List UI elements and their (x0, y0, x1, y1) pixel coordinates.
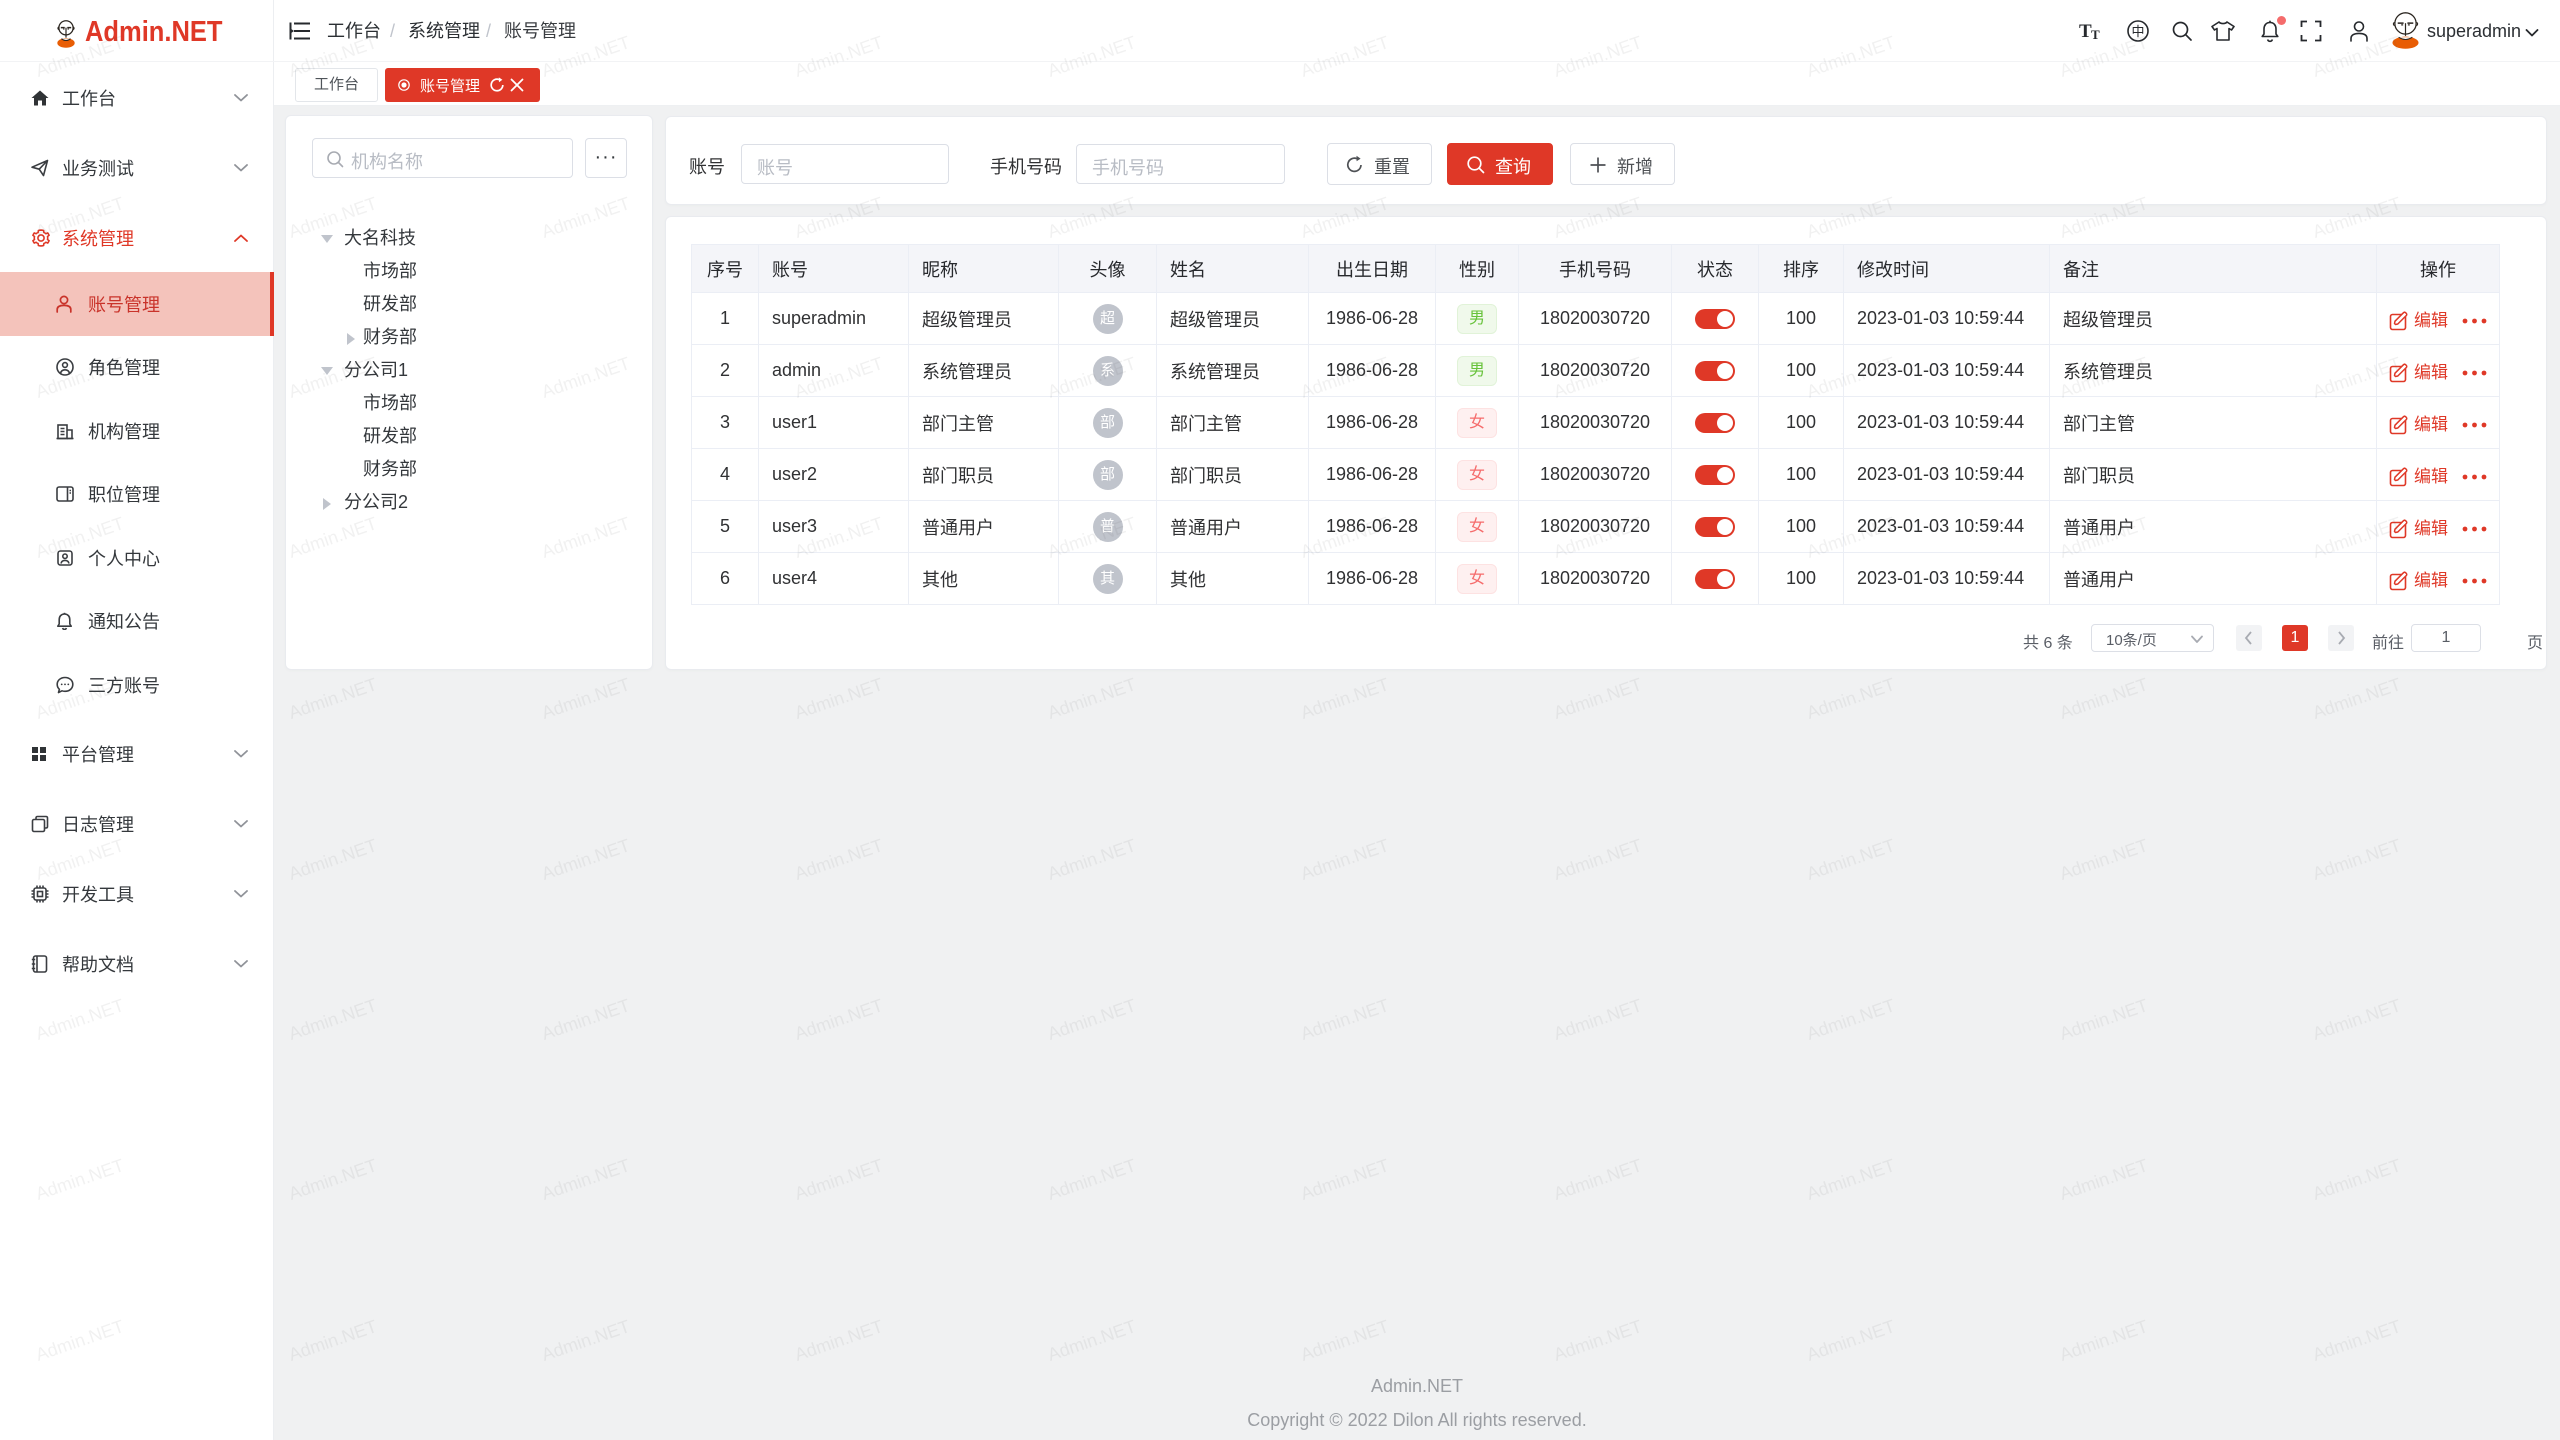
svg-text:T: T (2091, 27, 2100, 42)
svg-text:中: 中 (2131, 24, 2144, 39)
